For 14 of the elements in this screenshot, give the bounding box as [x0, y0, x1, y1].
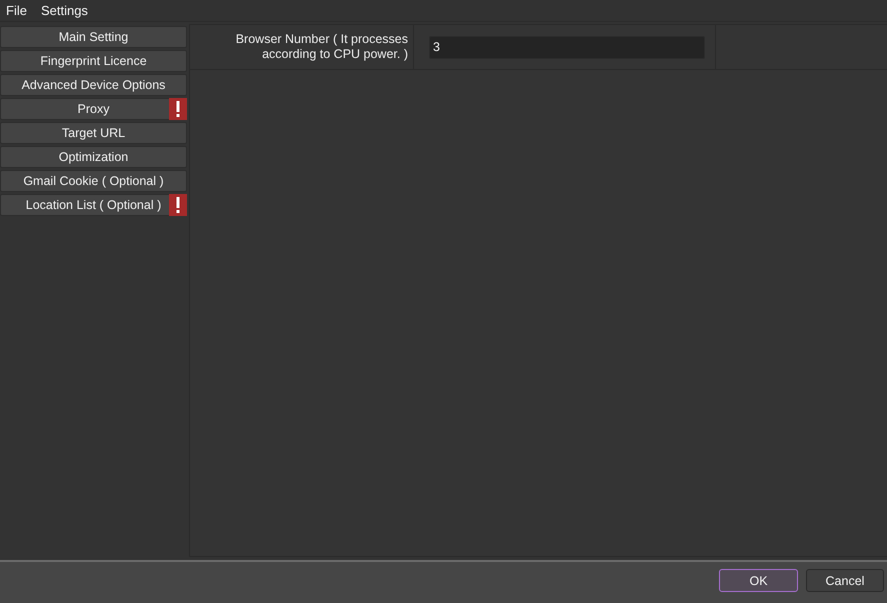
dialog-button[interactable]: OK — [719, 569, 798, 592]
menu-item[interactable]: File — [6, 3, 27, 18]
sidebar-button[interactable]: Advanced Device Options — [0, 74, 187, 96]
setting-label: Browser Number ( It processes according to CPU power. ) — [190, 25, 414, 69]
sidebar-button[interactable]: Optimization — [0, 146, 187, 168]
sidebar-button[interactable]: Target URL — [0, 122, 187, 144]
dialog-button[interactable]: Cancel — [806, 569, 884, 592]
sidebar-button[interactable]: Fingerprint Licence — [0, 50, 187, 72]
menu-item[interactable]: Settings — [40, 3, 88, 18]
input-field[interactable]: 3 — [429, 36, 705, 58]
sidebar-button[interactable]: Gmail Cookie ( Optional ) — [0, 170, 187, 192]
sidebar-button[interactable]: Main Setting — [0, 26, 187, 48]
sidebar-button[interactable]: Location List ( Optional ) — [0, 194, 187, 216]
sidebar-button[interactable]: Proxy — [0, 98, 187, 120]
